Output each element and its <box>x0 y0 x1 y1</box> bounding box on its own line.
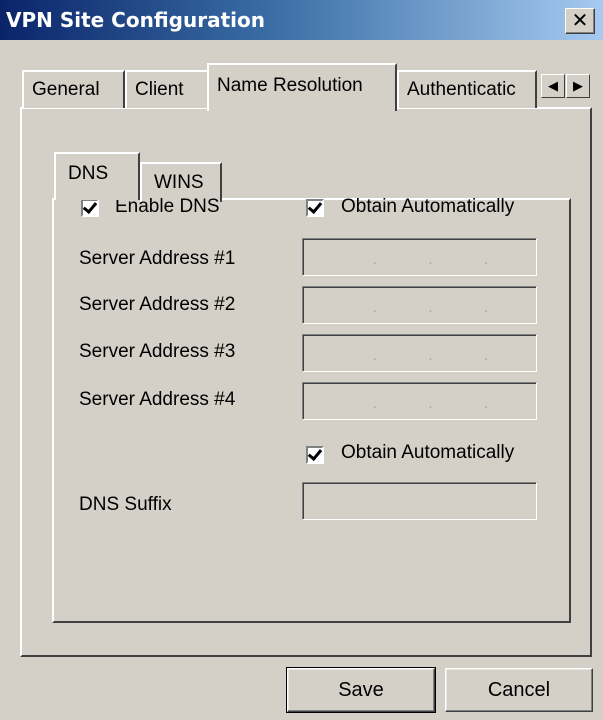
arrow-right-icon: ▶ <box>573 78 583 93</box>
cancel-button[interactable]: Cancel <box>445 668 593 712</box>
subtab-label: WINS <box>154 172 204 193</box>
server-address-1-field[interactable]: ... <box>302 238 537 276</box>
obtain-servers-auto-label: Obtain Automatically <box>341 196 515 217</box>
dns-suffix-label: DNS Suffix <box>79 494 172 515</box>
tab-label: Client <box>135 79 184 100</box>
tab-authentication[interactable]: Authenticatic <box>397 70 537 108</box>
tab-label: General <box>32 79 100 100</box>
server-address-2-label: Server Address #2 <box>79 294 236 315</box>
close-button[interactable]: ✕ <box>565 8 595 34</box>
window-title: VPN Site Configuration <box>6 8 265 32</box>
enable-dns-checkbox[interactable] <box>81 199 99 217</box>
ip-value: ... <box>373 347 488 363</box>
subtab-dns[interactable]: DNS <box>54 152 140 200</box>
tab-label: Authenticatic <box>407 79 516 100</box>
arrow-left-icon: ◀ <box>548 78 558 93</box>
tab-scroll-right-button[interactable]: ▶ <box>566 74 590 98</box>
obtain-suffix-auto-checkbox[interactable] <box>306 446 324 464</box>
tab-scroll-left-button[interactable]: ◀ <box>541 74 565 98</box>
tab-client[interactable]: Client <box>125 70 211 108</box>
tab-name-resolution[interactable]: Name Resolution <box>207 63 397 111</box>
save-button[interactable]: Save <box>286 667 436 713</box>
ip-value: ... <box>373 299 488 315</box>
obtain-suffix-auto-label: Obtain Automatically <box>341 442 515 463</box>
tab-general[interactable]: General <box>22 70 125 108</box>
server-address-2-field[interactable]: ... <box>302 286 537 324</box>
ip-value: ... <box>373 251 488 267</box>
server-address-1-label: Server Address #1 <box>79 248 236 269</box>
ip-value: ... <box>373 395 488 411</box>
server-address-3-field[interactable]: ... <box>302 334 537 372</box>
obtain-servers-auto-checkbox[interactable] <box>306 199 324 217</box>
subtab-label: DNS <box>68 163 109 184</box>
close-icon: ✕ <box>571 10 589 32</box>
server-address-3-label: Server Address #3 <box>79 341 236 362</box>
server-address-4-field[interactable]: ... <box>302 382 537 420</box>
dns-suffix-field[interactable] <box>302 482 537 520</box>
server-address-4-label: Server Address #4 <box>79 389 236 410</box>
tab-label: Name Resolution <box>217 75 363 96</box>
